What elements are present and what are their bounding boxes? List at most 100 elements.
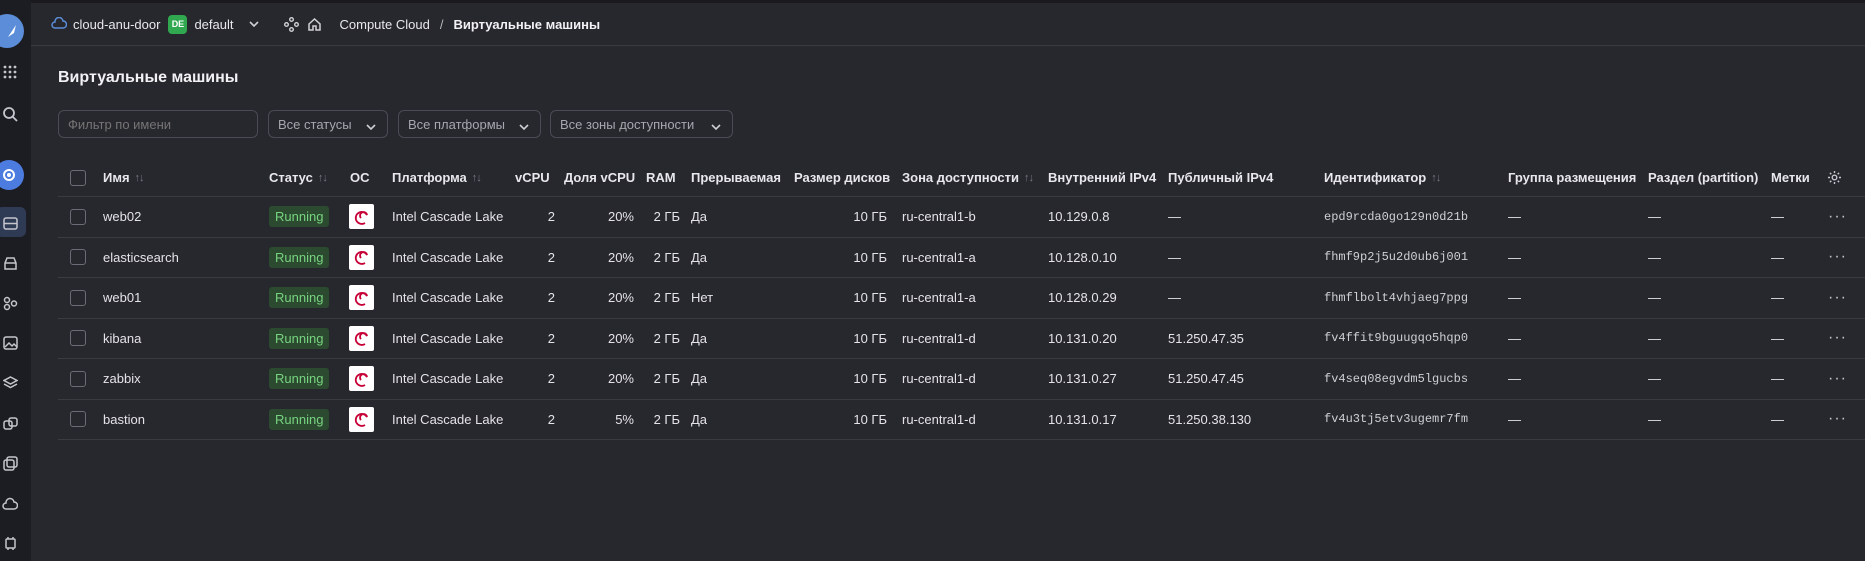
disk-size-cell: 10 ГБ bbox=[853, 411, 887, 427]
snapshots-layers-icon[interactable] bbox=[0, 373, 20, 393]
preemptible-cell: Да bbox=[691, 411, 708, 427]
vcpu-share-cell: 5% bbox=[615, 411, 634, 427]
row-actions-menu-icon[interactable]: ··· bbox=[1828, 359, 1847, 399]
sort-icon[interactable]: ↑↓ bbox=[1431, 172, 1441, 184]
name-filter-input[interactable] bbox=[58, 110, 258, 138]
debian-logo-icon bbox=[349, 406, 374, 432]
disk-placement-icon[interactable] bbox=[0, 453, 20, 473]
chevron-down-icon bbox=[710, 119, 722, 134]
row-actions-menu-icon[interactable]: ··· bbox=[1828, 278, 1847, 318]
sort-icon[interactable]: ↑↓ bbox=[1024, 172, 1034, 184]
col-preemptible-header: Прерываемая bbox=[691, 170, 781, 185]
platform-cell: Intel Cascade Lake bbox=[392, 411, 504, 427]
col-platform-header[interactable]: Платформа ↑↓ bbox=[392, 159, 482, 196]
cloud-hosts-icon[interactable] bbox=[0, 493, 20, 513]
compute-cloud-service-icon[interactable] bbox=[0, 160, 24, 190]
zone-cell: ru-central1-b bbox=[902, 209, 976, 225]
folder-badge: DE bbox=[168, 14, 188, 34]
ram-cell: 2 ГБ bbox=[653, 249, 680, 265]
sort-icon[interactable]: ↑↓ bbox=[135, 172, 145, 184]
col-zone-header[interactable]: Зона доступности ↑↓ bbox=[902, 159, 1034, 196]
table-row[interactable]: zabbix Running Intel Cascade Lake 2 20% … bbox=[58, 359, 1865, 400]
vm-name[interactable]: web01 bbox=[103, 278, 141, 318]
cloud-name[interactable]: cloud-anu-door bbox=[73, 17, 160, 32]
vm-name[interactable]: zabbix bbox=[103, 359, 141, 399]
row-checkbox[interactable] bbox=[70, 289, 86, 306]
vm-id-cell: fv4seq08egvdm5lgucbs bbox=[1324, 371, 1469, 386]
search-icon[interactable] bbox=[0, 104, 20, 124]
row-actions-menu-icon[interactable]: ··· bbox=[1828, 400, 1847, 440]
all-services-grid-icon[interactable] bbox=[0, 62, 20, 82]
status-filter-select[interactable]: Все статусы bbox=[268, 110, 388, 138]
vcpu-share-cell: 20% bbox=[607, 330, 634, 346]
table-row[interactable]: web01 Running Intel Cascade Lake 2 20% 2… bbox=[58, 278, 1865, 319]
home-icon[interactable] bbox=[307, 17, 322, 32]
row-checkbox[interactable] bbox=[70, 370, 86, 387]
row-checkbox-cell[interactable] bbox=[70, 400, 86, 440]
status-badge: Running bbox=[269, 408, 330, 430]
cloud-icon bbox=[51, 16, 68, 32]
chevron-down-icon bbox=[365, 119, 377, 134]
select-all-checkbox[interactable] bbox=[70, 169, 86, 186]
table-row[interactable]: web02 Running Intel Cascade Lake 2 20% 2… bbox=[58, 197, 1865, 238]
vm-name[interactable]: kibana bbox=[103, 319, 141, 359]
chevron-down-icon[interactable] bbox=[248, 20, 260, 28]
breadcrumb-compute-cloud[interactable]: Compute Cloud bbox=[340, 17, 430, 32]
console-logo[interactable] bbox=[0, 14, 24, 48]
vm-name[interactable]: elasticsearch bbox=[103, 238, 179, 278]
col-vcpu-share-header: Доля vCPU bbox=[564, 170, 636, 185]
status-cell: Running bbox=[269, 238, 330, 278]
row-checkbox-cell[interactable] bbox=[70, 238, 86, 278]
table-row[interactable]: kibana Running Intel Cascade Lake 2 20% … bbox=[58, 319, 1865, 359]
col-status-header[interactable]: Статус ↑↓ bbox=[269, 159, 328, 196]
row-checkbox[interactable] bbox=[70, 330, 86, 347]
row-checkbox[interactable] bbox=[70, 208, 86, 225]
debian-logo-icon bbox=[349, 366, 374, 392]
row-checkbox[interactable] bbox=[70, 249, 86, 266]
select-all-checkbox-cell[interactable] bbox=[70, 159, 86, 196]
labels-cell: — bbox=[1771, 249, 1784, 265]
public-ip-cell: 51.250.38.130 bbox=[1168, 411, 1252, 427]
vm-name[interactable]: web02 bbox=[103, 197, 141, 237]
vcpu-cell: 2 bbox=[547, 290, 555, 306]
row-checkbox-cell[interactable] bbox=[70, 278, 86, 318]
folder-name[interactable]: default bbox=[194, 17, 233, 32]
ram-cell: 2 ГБ bbox=[653, 330, 680, 346]
disks-icon[interactable] bbox=[0, 253, 20, 273]
row-actions-menu-icon[interactable]: ··· bbox=[1828, 238, 1847, 278]
col-id-header[interactable]: Идентификатор ↑↓ bbox=[1324, 159, 1441, 196]
row-checkbox-cell[interactable] bbox=[70, 359, 86, 399]
cloud-selector[interactable]: cloud-anu-door bbox=[51, 16, 160, 32]
page-title: Виртуальные машины bbox=[58, 69, 239, 86]
row-actions-menu-icon[interactable]: ··· bbox=[1828, 197, 1847, 237]
debian-logo-icon bbox=[349, 204, 374, 230]
vm-name[interactable]: bastion bbox=[103, 400, 145, 440]
placement-group-cell: — bbox=[1508, 371, 1521, 387]
zone-cell: ru-central1-a bbox=[902, 249, 976, 265]
internal-ip-cell: 10.131.0.20 bbox=[1048, 330, 1117, 346]
row-actions-menu-icon[interactable]: ··· bbox=[1828, 319, 1847, 359]
col-name-header[interactable]: Имя ↑↓ bbox=[103, 159, 145, 196]
images-icon[interactable] bbox=[0, 333, 20, 353]
sort-icon[interactable]: ↑↓ bbox=[472, 172, 482, 184]
gpu-chip-icon[interactable] bbox=[0, 533, 20, 553]
debian-logo-icon bbox=[349, 325, 374, 351]
status-badge: Running bbox=[269, 246, 330, 268]
sort-icon[interactable]: ↑↓ bbox=[318, 172, 328, 184]
placement-groups-icon[interactable] bbox=[0, 413, 20, 433]
ram-cell: 2 ГБ bbox=[653, 371, 680, 387]
row-checkbox-cell[interactable] bbox=[70, 319, 86, 359]
partition-cell: — bbox=[1648, 411, 1661, 427]
column-settings-gear-icon[interactable] bbox=[1827, 159, 1842, 196]
platform-filter-select[interactable]: Все платформы bbox=[398, 110, 541, 138]
row-checkbox[interactable] bbox=[70, 411, 86, 428]
instance-groups-icon[interactable] bbox=[0, 293, 20, 313]
table-row[interactable]: elasticsearch Running Intel Cascade Lake… bbox=[58, 238, 1865, 278]
virtual-machines-icon[interactable] bbox=[0, 213, 20, 233]
vcpu-share-cell: 20% bbox=[607, 371, 634, 387]
table-row[interactable]: bastion Running Intel Cascade Lake 2 5% … bbox=[58, 400, 1865, 440]
row-checkbox-cell[interactable] bbox=[70, 197, 86, 237]
service-nodes-icon[interactable] bbox=[283, 16, 299, 32]
zone-filter-select[interactable]: Все зоны доступности bbox=[550, 110, 733, 138]
status-cell: Running bbox=[269, 359, 330, 399]
